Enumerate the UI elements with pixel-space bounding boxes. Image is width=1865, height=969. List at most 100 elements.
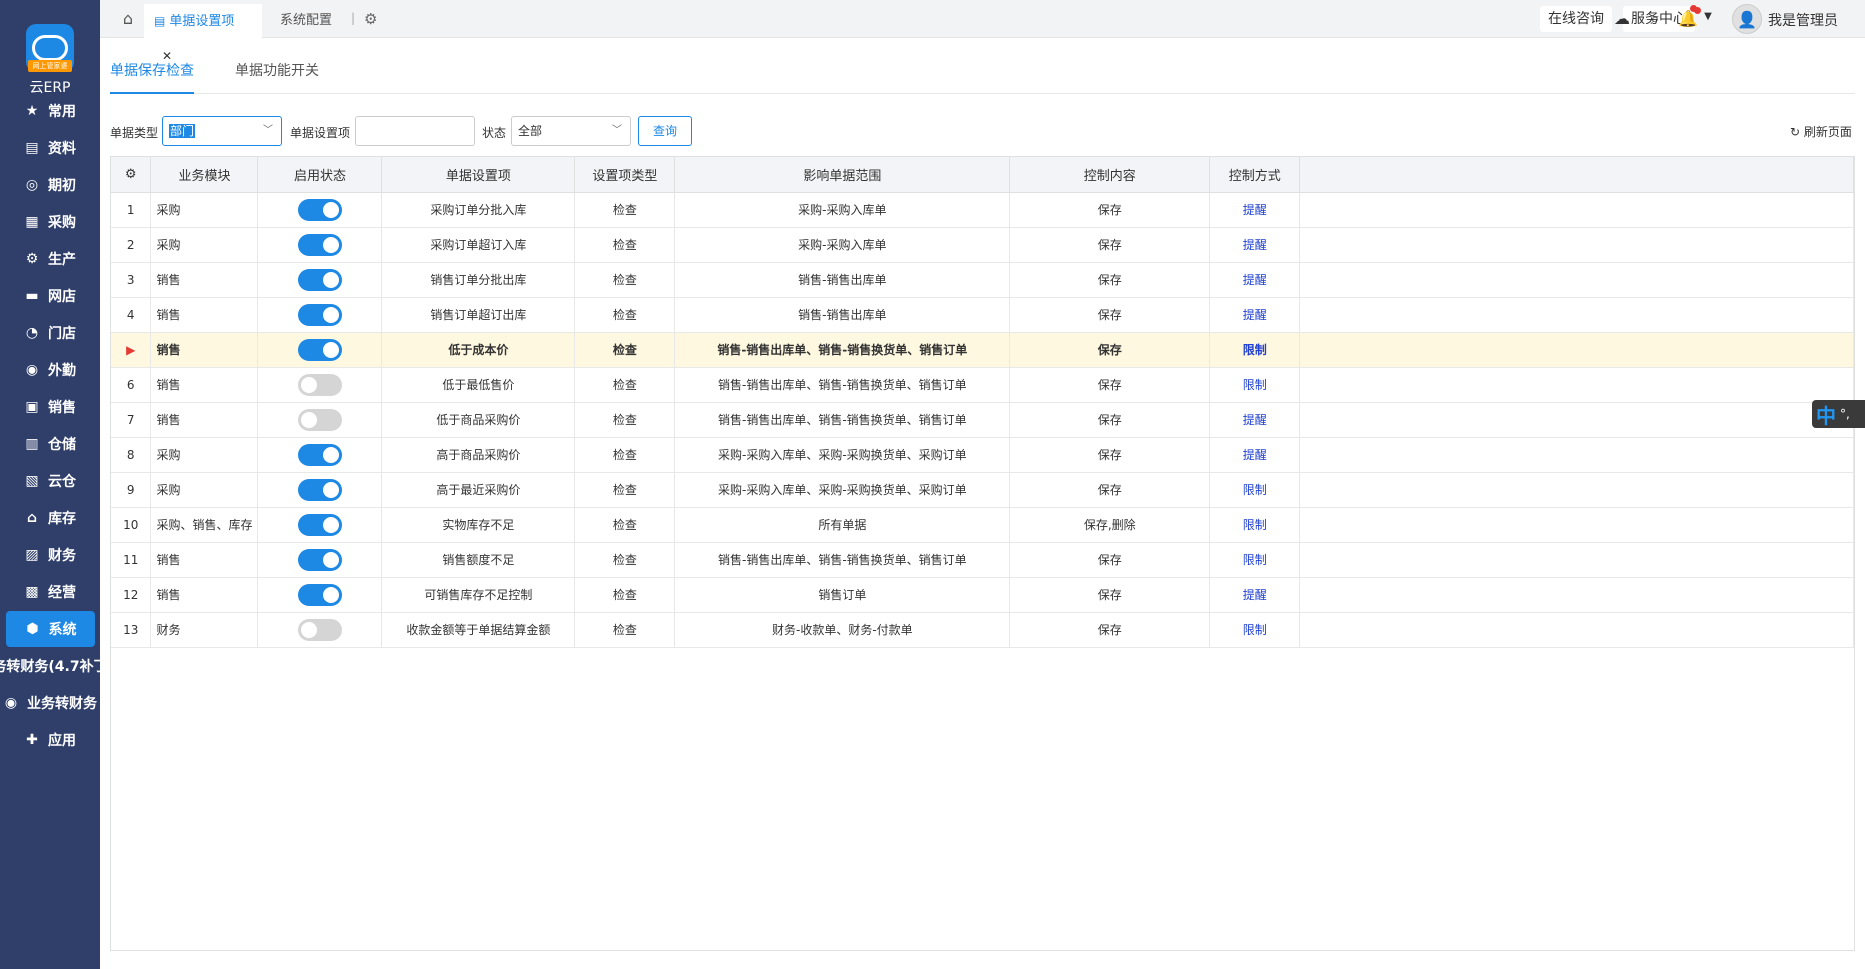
setting-item-input[interactable] [355,116,475,146]
tab-system-config[interactable]: 系统配置 [270,4,342,38]
warehouse-icon: ▥ [25,436,39,452]
enable-toggle[interactable] [297,618,342,641]
sidebar-item[interactable]: ◔ 门店 [0,315,100,351]
enable-toggle[interactable] [297,548,342,571]
table-row[interactable]: 2 采购 采购订单超订入库 检查 采购-采购入库单 保存 提醒 [111,227,1854,263]
row-index: 4 [111,297,152,333]
cell-method[interactable]: 限制 [1209,472,1301,508]
col-header-method[interactable]: 控制方式 [1209,157,1301,193]
enable-toggle[interactable] [297,513,342,536]
cell-method[interactable]: 限制 [1209,612,1301,648]
column-settings-gear-icon[interactable]: ⚙ [111,157,152,193]
sidebar-item[interactable]: ✚ 应用 [0,722,100,758]
table-row[interactable]: 8 采购 高于商品采购价 检查 采购-采购入库单、采购-采购换货单、采购订单 保存 提醒 [111,437,1854,473]
avatar[interactable]: 👤 [1732,4,1762,34]
sidebar-item[interactable]: ⌂ 库存 [0,500,100,536]
col-header-enabled[interactable]: 启用状态 [257,157,383,193]
col-header-type[interactable]: 设置项类型 [574,157,676,193]
table-row[interactable]: ▶ 销售 低于成本价 检查 销售-销售出库单、销售-销售换货单、销售订单 保存 限制 [111,332,1854,368]
table-row[interactable]: 4 销售 销售订单超订出库 检查 销售-销售出库单 保存 提醒 [111,297,1854,333]
query-button[interactable]: 查询 [638,116,692,146]
cell-method[interactable]: 提醒 [1209,577,1301,613]
cell-type: 检查 [574,577,676,613]
sidebar-item[interactable]: ▦ 采购 [0,204,100,240]
enable-toggle[interactable] [297,198,342,221]
table-row[interactable]: 10 采购、销售、库存 实物库存不足 检查 所有单据 保存,删除 限制 [111,507,1854,543]
cell-item: 销售额度不足 [381,542,576,578]
enable-toggle[interactable] [297,303,342,326]
cell-item: 高于最近采购价 [381,472,576,508]
star-icon: ★ [25,103,39,119]
cell-method[interactable]: 提醒 [1209,227,1301,263]
cell-method[interactable]: 提醒 [1209,192,1301,228]
cell-enabled [257,612,383,648]
sidebar-item[interactable]: ◎ 期初 [0,167,100,203]
ime-indicator[interactable]: 中 °, [1812,400,1865,428]
toggle-knob [322,516,339,533]
tab-document-settings[interactable]: ▤ 单据设置项✕ [144,4,262,63]
cell-method[interactable]: 提醒 [1209,402,1301,438]
inventory-icon: ⌂ [26,510,38,526]
row-index: 8 [111,437,152,473]
col-header-content[interactable]: 控制内容 [1009,157,1211,193]
table-row[interactable]: 11 销售 销售额度不足 检查 销售-销售出库单、销售-销售换货单、销售订单 保存 限制 [111,542,1854,578]
cell-method[interactable]: 提醒 [1209,297,1301,333]
enable-toggle[interactable] [297,478,342,501]
cell-method[interactable]: 限制 [1209,507,1301,543]
sidebar-item[interactable]: ▩ 经营 [0,574,100,610]
cell-scope: 销售-销售出库单、销售-销售换货单、销售订单 [674,542,1011,578]
cell-method[interactable]: 限制 [1209,542,1301,578]
table-row[interactable]: 7 销售 低于商品采购价 检查 销售-销售出库单、销售-销售换货单、销售订单 保存 提醒 [111,402,1854,438]
sidebar-item[interactable]: ⬢ 系统 [6,611,95,647]
tab-function-switch[interactable]: 单据功能开关 [235,60,319,80]
enable-toggle[interactable] [297,583,342,606]
col-header-item[interactable]: 单据设置项 [381,157,576,193]
sidebar-item[interactable]: ▤ 资料 [0,130,100,166]
enable-toggle[interactable] [297,338,342,361]
tab-save-check[interactable]: 单据保存检查 [110,60,194,94]
chevron-down-icon[interactable]: ▼ [1698,11,1718,22]
online-consult-button[interactable]: 在线咨询 [1540,6,1612,32]
table-row[interactable]: 3 销售 销售订单分批出库 检查 销售-销售出库单 保存 提醒 [111,262,1854,298]
cell-scope: 销售订单 [674,577,1011,613]
enable-toggle[interactable] [297,443,342,466]
status-select[interactable]: 全部 ﹀ [511,116,631,146]
doc-type-select[interactable]: 部门 ﹀ [162,116,282,146]
table-row[interactable]: 13 财务 收款金额等于单据结算金额 检查 财务-收款单、财务-付款单 保存 限制 [111,612,1854,648]
sidebar-item[interactable]: ◉ 业务转财务 [0,685,100,721]
tab-label: 系统配置 [280,13,333,28]
sidebar-item[interactable]: 务转财务(4.7补丁 [0,648,100,684]
refresh-button[interactable]: ↻ 刷新页面 [1790,123,1852,140]
table-row[interactable]: 6 销售 低于最低售价 检查 销售-销售出库单、销售-销售换货单、销售订单 保存 限制 [111,367,1854,403]
table-row[interactable]: 9 采购 高于最近采购价 检查 采购-采购入库单、采购-采购换货单、采购订单 保存 限制 [111,472,1854,508]
cell-empty [1299,577,1854,613]
cell-method[interactable]: 限制 [1209,332,1301,368]
sidebar-item[interactable]: ▥ 仓储 [0,426,100,462]
gear-icon[interactable]: ⚙ [364,10,377,28]
cell-method[interactable]: 限制 [1209,367,1301,403]
table-row[interactable]: 12 销售 可销售库存不足控制 检查 销售订单 保存 提醒 [111,577,1854,613]
sidebar-item-label: 系统 [48,622,77,638]
cell-method[interactable]: 提醒 [1209,437,1301,473]
home-icon[interactable]: ⌂ [118,9,138,29]
col-header-scope[interactable]: 影响单据范围 [674,157,1011,193]
cell-method[interactable]: 提醒 [1209,262,1301,298]
sidebar-item[interactable]: ▧ 云仓 [0,463,100,499]
enable-toggle[interactable] [297,408,342,431]
sidebar-item[interactable]: ◉ 外勤 [0,352,100,388]
sidebar-item[interactable]: ▨ 财务 [0,537,100,573]
cloud-download-icon[interactable]: ☁ [1612,9,1632,28]
sidebar-item[interactable]: ★ 常用 [0,93,100,129]
sidebar-item[interactable]: ▬ 网店 [0,278,100,314]
enable-toggle[interactable] [297,233,342,256]
refresh-label: 刷新页面 [1803,125,1852,139]
table-row[interactable]: 1 采购 采购订单分批入库 检查 采购-采购入库单 保存 提醒 [111,192,1854,228]
sidebar-item[interactable]: ▣ 销售 [0,389,100,425]
username[interactable]: 我是管理员 [1768,10,1838,30]
search-icon[interactable]: ⌕ [1645,9,1665,29]
col-header-module[interactable]: 业务模块 [150,157,259,193]
enable-toggle[interactable] [297,268,342,291]
cell-item: 销售订单分批出库 [381,262,576,298]
enable-toggle[interactable] [297,373,342,396]
sidebar-item[interactable]: ⚙ 生产 [0,241,100,277]
